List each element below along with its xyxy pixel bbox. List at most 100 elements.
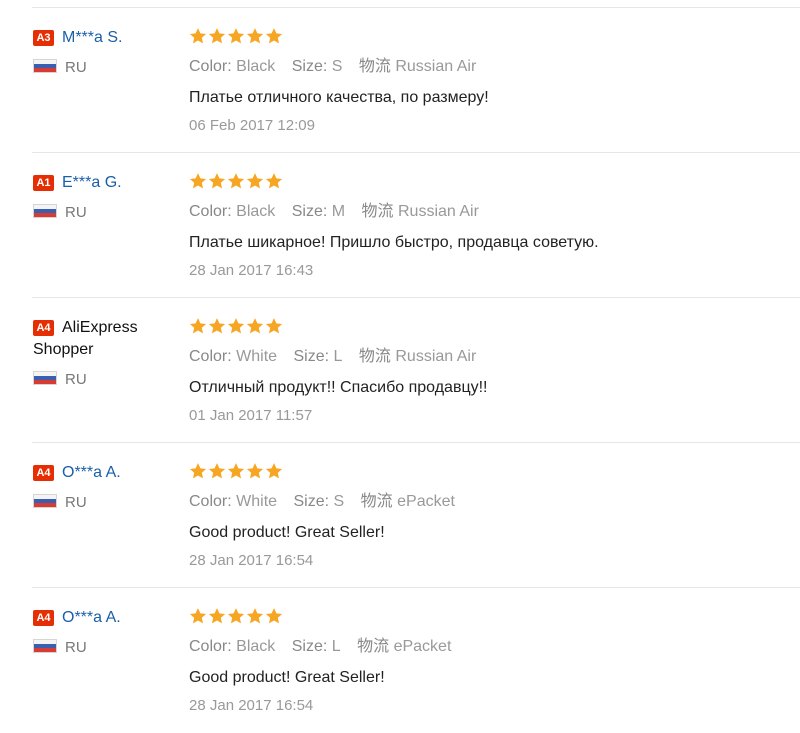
review-text: Good product! Great Seller! — [189, 669, 385, 686]
star-icon — [208, 28, 226, 44]
star-rating — [189, 27, 489, 45]
size-value: S — [331, 58, 343, 75]
order-attributes: Color: White Size: S 物流 ePacket — [189, 492, 467, 512]
size-label: Size: — [291, 58, 328, 75]
color-value: Black — [236, 58, 276, 75]
russia-flag-icon — [33, 371, 57, 385]
shipping-label: 物流 — [360, 493, 393, 510]
review-item: A4 AliExpress Shopper RU Color: White Siz… — [0, 298, 800, 443]
star-icon — [265, 608, 283, 624]
buyer-level-badge: A4 — [33, 320, 54, 336]
buyer-info: A4 O***a A. RU — [33, 607, 173, 657]
review-text: Платье шикарное! Пришло быстро, продавца… — [189, 234, 599, 251]
country-code: RU — [65, 371, 87, 388]
color-value: White — [236, 493, 278, 510]
shipping-label: 物流 — [357, 638, 390, 655]
russia-flag-icon — [33, 639, 57, 653]
review-text: Отличный продукт!! Спасибо продавцу!! — [189, 379, 488, 396]
star-icon — [265, 318, 283, 334]
star-icon — [246, 28, 264, 44]
country-code: RU — [65, 59, 87, 76]
shipping-value: ePacket — [397, 493, 455, 510]
size-value: L — [331, 638, 341, 655]
shipping-value: Russian Air — [395, 348, 477, 365]
buyer-name-link[interactable]: O***a A. — [62, 464, 121, 481]
russia-flag-icon — [33, 59, 57, 73]
star-icon — [227, 463, 245, 479]
size-label: Size: — [291, 203, 328, 220]
review-date: 06 Feb 2017 12:09 — [189, 117, 315, 134]
star-icon — [227, 173, 245, 189]
color-label: Color: — [189, 58, 232, 75]
review-date: 28 Jan 2017 16:43 — [189, 262, 314, 279]
color-label: Color: — [189, 493, 232, 510]
star-icon — [189, 318, 207, 334]
star-icon — [246, 318, 264, 334]
order-attributes: Color: Black Size: M 物流 Russian Air — [189, 202, 599, 222]
buyer-level-badge: A3 — [33, 30, 54, 46]
color-value: White — [236, 348, 278, 365]
star-rating — [189, 317, 488, 335]
shipping-value: ePacket — [393, 638, 452, 655]
shipping-value: Russian Air — [395, 58, 477, 75]
buyer-country: RU — [33, 371, 173, 389]
size-label: Size: — [293, 348, 330, 365]
shipping-value: Russian Air — [398, 203, 479, 220]
size-value: S — [333, 493, 345, 510]
star-icon — [189, 173, 207, 189]
star-icon — [265, 173, 283, 189]
color-value: Black — [236, 638, 276, 655]
country-code: RU — [65, 204, 87, 221]
buyer-info: A1 E***a G. RU — [33, 172, 173, 222]
star-icon — [189, 28, 207, 44]
color-label: Color: — [189, 348, 232, 365]
review-item: A4 O***a A. RU Color: White Size: S 物流 eP… — [0, 443, 800, 588]
russia-flag-icon — [33, 204, 57, 218]
review-item: A4 O***a A. RU Color: Black Size: L 物流 eP… — [0, 588, 800, 733]
buyer-name-link[interactable]: M***a S. — [62, 29, 122, 46]
buyer-info: A3 M***a S. RU — [33, 27, 173, 77]
country-code: RU — [65, 639, 87, 656]
review-text: Good product! Great Seller! — [189, 524, 385, 541]
star-icon — [265, 463, 283, 479]
review-detail: Color: White Size: S 物流 ePacket Good pro… — [189, 462, 467, 571]
size-label: Size: — [293, 493, 330, 510]
star-icon — [189, 463, 207, 479]
order-attributes: Color: Black Size: L 物流 ePacket — [189, 637, 463, 657]
star-icon — [208, 173, 226, 189]
shipping-label: 物流 — [358, 58, 391, 75]
buyer-country: RU — [33, 204, 173, 222]
order-attributes: Color: White Size: L 物流 Russian Air — [189, 347, 488, 367]
buyer-country: RU — [33, 59, 173, 77]
star-icon — [246, 173, 264, 189]
buyer-info: A4 AliExpress Shopper RU — [33, 317, 173, 389]
review-item: A3 M***a S. RU Color: Black Size: S 物流 Ru… — [0, 8, 800, 153]
review-date: 28 Jan 2017 16:54 — [189, 697, 314, 714]
buyer-name-link[interactable]: O***a A. — [62, 609, 121, 626]
buyer-level-badge: A4 — [33, 610, 54, 626]
star-icon — [265, 28, 283, 44]
star-rating — [189, 172, 599, 190]
review-date: 01 Jan 2017 11:57 — [189, 407, 313, 424]
buyer-info: A4 O***a A. RU — [33, 462, 173, 512]
review-detail: Color: Black Size: M 物流 Russian Air Плат… — [189, 172, 599, 281]
star-icon — [208, 608, 226, 624]
buyer-country: RU — [33, 639, 173, 657]
star-rating — [189, 607, 463, 625]
star-icon — [227, 318, 245, 334]
star-icon — [227, 28, 245, 44]
review-date: 28 Jan 2017 16:54 — [189, 552, 314, 569]
russia-flag-icon — [33, 494, 57, 508]
feedback-list: A3 M***a S. RU Color: Black Size: S 物流 Ru… — [0, 8, 800, 733]
shipping-label: 物流 — [361, 203, 394, 220]
color-label: Color: — [189, 638, 232, 655]
buyer-name-link[interactable]: E***a G. — [62, 174, 122, 191]
order-attributes: Color: Black Size: S 物流 Russian Air — [189, 57, 489, 77]
review-detail: Color: Black Size: L 物流 ePacket Good pro… — [189, 607, 463, 716]
star-icon — [208, 463, 226, 479]
star-icon — [246, 608, 264, 624]
review-detail: Color: White Size: L 物流 Russian Air Отли… — [189, 317, 488, 426]
review-text: Платье отличного качества, по размеру! — [189, 89, 489, 106]
size-value: L — [333, 348, 343, 365]
buyer-level-badge: A4 — [33, 465, 54, 481]
